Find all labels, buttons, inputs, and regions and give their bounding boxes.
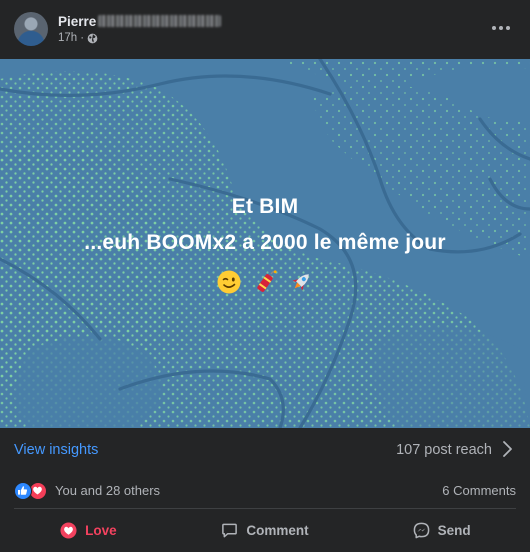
comments-count[interactable]: 6 Comments [442, 483, 516, 498]
comment-label: Comment [246, 523, 309, 538]
author-row: Pierre [58, 12, 222, 30]
post-reach[interactable]: 107 post reach [396, 442, 492, 458]
like-reaction-icon [14, 482, 32, 500]
post-meta: 17h · [58, 32, 98, 44]
post-card: Pierre 17h · Et BIM ...euh BOOMx2 a 2000… [0, 0, 530, 552]
media-headline: Et BIM [231, 195, 299, 218]
winking-face-icon [217, 270, 241, 294]
messenger-icon [413, 522, 430, 539]
globe-icon[interactable] [87, 33, 98, 44]
comment-button[interactable]: Comment [177, 509, 354, 552]
more-options-icon[interactable] [492, 20, 510, 36]
love-label: Love [85, 523, 117, 538]
action-bar: Love Comment Send [0, 509, 530, 552]
love-reaction-icon [60, 522, 77, 539]
post-time[interactable]: 17h [58, 32, 77, 44]
reactions-bar: You and 28 others 6 Comments [0, 472, 530, 508]
view-insights-link[interactable]: View insights [14, 442, 98, 458]
author-name[interactable]: Pierre [58, 14, 96, 29]
send-button[interactable]: Send [353, 509, 530, 552]
media-subline: ...euh BOOMx2 a 2000 le même jour [84, 231, 446, 254]
comment-icon [222, 523, 238, 538]
post-media[interactable]: Et BIM ...euh BOOMx2 a 2000 le même jour [0, 59, 530, 428]
post-header: Pierre 17h · [0, 0, 530, 59]
avatar[interactable] [14, 12, 48, 46]
redacted-name-blur [98, 15, 222, 27]
firecracker-icon [257, 270, 277, 292]
emoji-row [0, 269, 530, 295]
insights-bar: View insights 107 post reach [0, 428, 530, 472]
chevron-right-icon[interactable] [502, 440, 514, 458]
reactions-summary[interactable]: You and 28 others [55, 483, 160, 498]
reaction-icons[interactable] [14, 482, 48, 500]
love-button[interactable]: Love [0, 509, 177, 552]
meta-separator: · [80, 32, 85, 44]
rocket-icon [292, 274, 309, 291]
send-label: Send [437, 523, 471, 538]
